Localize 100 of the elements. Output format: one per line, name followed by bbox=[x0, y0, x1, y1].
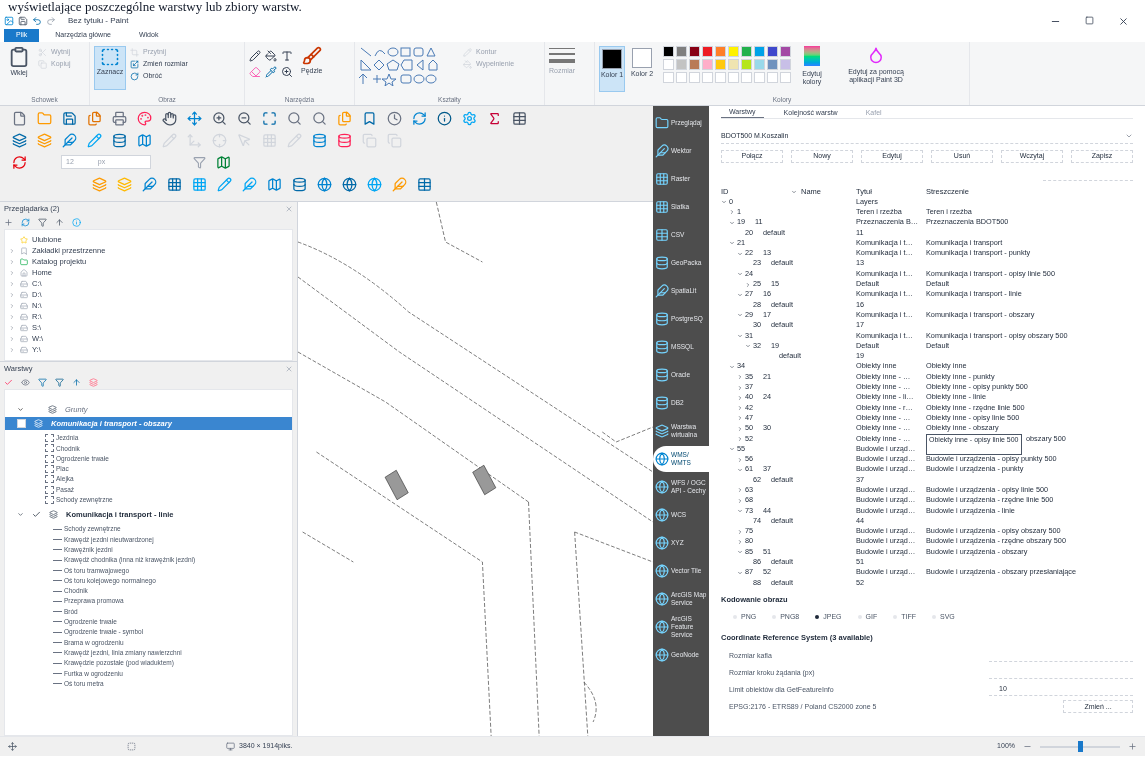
folder-icon[interactable] bbox=[37, 110, 52, 126]
text-tool-icon[interactable] bbox=[281, 50, 293, 62]
hand-icon[interactable] bbox=[162, 110, 177, 126]
color-swatch[interactable] bbox=[754, 59, 765, 70]
color-swatch[interactable] bbox=[728, 59, 739, 70]
save-icon[interactable] bbox=[18, 16, 28, 26]
color-swatch[interactable] bbox=[676, 59, 687, 70]
empty-swatch[interactable] bbox=[702, 72, 713, 83]
database-icon[interactable] bbox=[292, 176, 307, 192]
refresh-icon[interactable] bbox=[12, 154, 27, 170]
empty-swatch[interactable] bbox=[767, 72, 778, 83]
feather-icon[interactable] bbox=[392, 176, 407, 192]
clock-icon[interactable] bbox=[387, 110, 402, 126]
sigma-icon[interactable] bbox=[487, 110, 502, 126]
maximize-icon[interactable] bbox=[262, 110, 277, 126]
arrow-up-icon[interactable] bbox=[72, 377, 81, 387]
check-icon[interactable] bbox=[4, 377, 13, 387]
close-icon[interactable] bbox=[1118, 15, 1129, 27]
map-icon[interactable] bbox=[216, 154, 231, 170]
color-swatch[interactable] bbox=[754, 46, 765, 57]
globe-icon[interactable] bbox=[317, 176, 332, 192]
eye-icon[interactable] bbox=[21, 377, 30, 387]
feather-icon[interactable] bbox=[242, 176, 257, 192]
map-icon[interactable] bbox=[267, 176, 282, 192]
color-swatch[interactable] bbox=[689, 59, 700, 70]
undo-icon[interactable] bbox=[32, 16, 42, 26]
crosshair-icon[interactable] bbox=[212, 132, 227, 148]
filter-icon[interactable] bbox=[55, 377, 64, 387]
eraser-icon[interactable] bbox=[249, 66, 261, 78]
add-icon[interactable] bbox=[4, 217, 13, 227]
empty-swatch[interactable] bbox=[676, 72, 687, 83]
pointer-icon[interactable] bbox=[237, 132, 252, 148]
maximize-icon[interactable] bbox=[1085, 15, 1094, 25]
filter-icon[interactable] bbox=[38, 217, 47, 227]
map-icon[interactable] bbox=[137, 132, 152, 148]
palette-icon[interactable] bbox=[137, 110, 152, 126]
bookmark-icon[interactable] bbox=[362, 110, 377, 126]
database-icon[interactable] bbox=[112, 132, 127, 148]
table-icon[interactable] bbox=[417, 176, 432, 192]
color-swatch[interactable] bbox=[728, 46, 739, 57]
color-swatch[interactable] bbox=[767, 59, 778, 70]
color-swatch[interactable] bbox=[663, 59, 674, 70]
color-swatch[interactable] bbox=[715, 59, 726, 70]
empty-swatch[interactable] bbox=[728, 72, 739, 83]
refresh-icon[interactable] bbox=[412, 110, 427, 126]
move-icon[interactable] bbox=[187, 110, 202, 126]
feather-icon[interactable] bbox=[62, 132, 77, 148]
empty-swatch[interactable] bbox=[754, 72, 765, 83]
zoom-in-icon[interactable] bbox=[1128, 742, 1137, 751]
color-swatch[interactable] bbox=[702, 59, 713, 70]
empty-swatch[interactable] bbox=[715, 72, 726, 83]
color-swatch[interactable] bbox=[663, 46, 674, 57]
collapse-icon[interactable] bbox=[55, 217, 64, 227]
pencil-icon[interactable] bbox=[249, 50, 261, 62]
info-icon[interactable] bbox=[437, 110, 452, 126]
files-icon[interactable] bbox=[87, 110, 102, 126]
magnifier-icon[interactable] bbox=[281, 66, 293, 78]
empty-swatch[interactable] bbox=[780, 72, 791, 83]
color-swatch[interactable] bbox=[715, 46, 726, 57]
layer-checkbox[interactable] bbox=[17, 419, 26, 428]
zoom-in-icon[interactable] bbox=[212, 110, 227, 126]
save-icon[interactable] bbox=[62, 110, 77, 126]
file-icon[interactable] bbox=[12, 110, 27, 126]
color-swatch[interactable] bbox=[741, 46, 752, 57]
table-icon bbox=[655, 228, 669, 242]
color-swatch[interactable] bbox=[676, 46, 687, 57]
files-icon[interactable] bbox=[337, 110, 352, 126]
redo-icon[interactable] bbox=[46, 16, 56, 26]
database-icon[interactable] bbox=[312, 132, 327, 148]
copy-icon[interactable] bbox=[387, 132, 402, 148]
copy-icon[interactable] bbox=[362, 132, 377, 148]
color-swatch[interactable] bbox=[780, 59, 791, 70]
search-icon[interactable] bbox=[287, 110, 302, 126]
checkbox-checked[interactable] bbox=[32, 510, 41, 520]
printer-icon[interactable] bbox=[112, 110, 127, 126]
layers-icon[interactable] bbox=[12, 132, 27, 148]
globe-icon[interactable] bbox=[367, 176, 382, 192]
color-picker-icon[interactable] bbox=[265, 66, 277, 78]
feather-icon[interactable] bbox=[142, 176, 157, 192]
grid-icon[interactable] bbox=[192, 176, 207, 192]
color-swatch[interactable] bbox=[689, 46, 700, 57]
color-swatch[interactable] bbox=[780, 46, 791, 57]
database-icon[interactable] bbox=[337, 132, 352, 148]
gear-icon[interactable] bbox=[462, 110, 477, 126]
slider-thumb[interactable] bbox=[1078, 740, 1083, 752]
grid-icon[interactable] bbox=[167, 176, 182, 192]
empty-swatch[interactable] bbox=[663, 72, 674, 83]
refresh-icon[interactable] bbox=[21, 217, 30, 227]
filter-icon[interactable] bbox=[193, 155, 206, 169]
search-icon[interactable] bbox=[312, 110, 327, 126]
globe-icon[interactable] bbox=[342, 176, 357, 192]
empty-swatch[interactable] bbox=[741, 72, 752, 83]
fill-bucket-icon[interactable] bbox=[265, 50, 277, 62]
table-icon[interactable] bbox=[512, 110, 527, 126]
filter-icon[interactable] bbox=[38, 377, 47, 387]
color-swatch[interactable] bbox=[702, 46, 713, 57]
color-swatch[interactable] bbox=[767, 46, 778, 57]
color-swatch[interactable] bbox=[741, 59, 752, 70]
zoom-out-icon[interactable] bbox=[237, 110, 252, 126]
empty-swatch[interactable] bbox=[689, 72, 700, 83]
